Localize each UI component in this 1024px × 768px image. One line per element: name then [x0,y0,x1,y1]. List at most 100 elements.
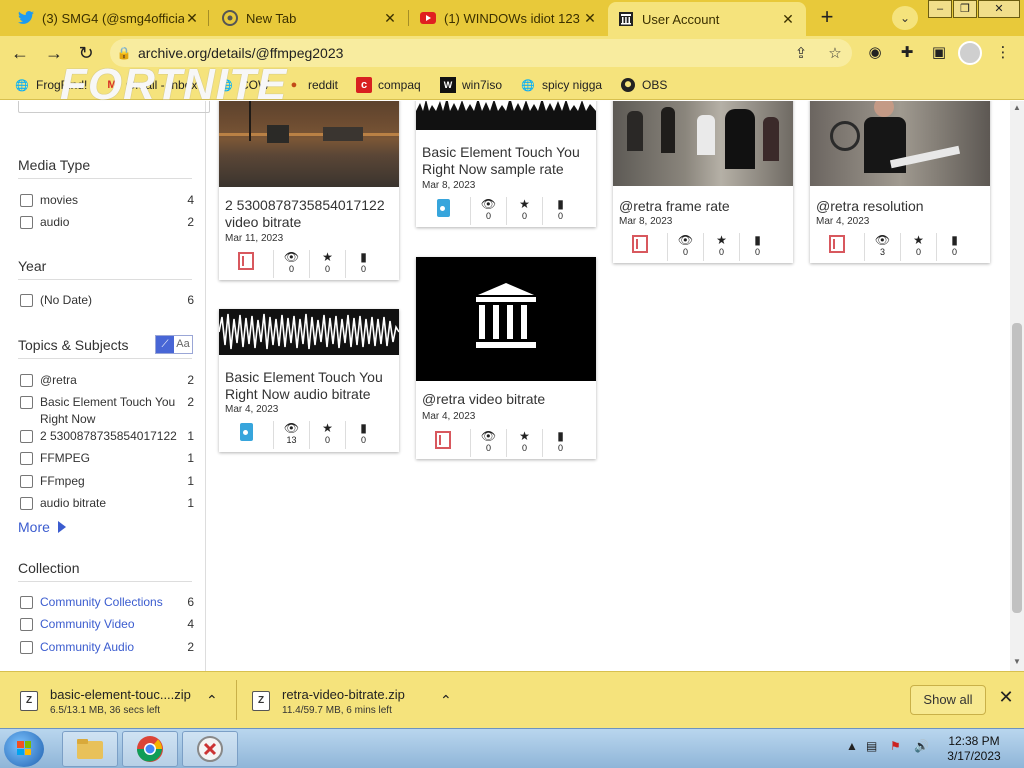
tab-twitter[interactable]: (3) SMG4 (@smg4official ✕ [8,4,210,32]
share-icon[interactable]: ⇪ [784,44,818,62]
facet-label[interactable]: Community Audio [40,639,180,656]
checkbox[interactable] [20,641,33,654]
item-tile[interactable]: @retra frame rate Mar 8, 2023 👁 0 ★ 0 ▮ 0 [613,101,793,263]
side-panel-icon[interactable]: ▣ [928,42,950,64]
facet-row[interactable]: FFmpeg 1 [18,473,194,490]
checkbox[interactable] [20,596,33,609]
more-label[interactable]: More [18,519,50,535]
chevron-up-icon[interactable]: ⌃ [440,692,452,709]
chevron-right-icon[interactable] [57,521,66,533]
close-icon[interactable]: ✕ [582,10,598,27]
facet-label[interactable]: Community Video [40,616,180,633]
explorer-taskbar-button[interactable] [62,731,118,767]
network-icon[interactable]: ▤ [866,739,877,753]
scroll-down-icon[interactable]: ▼ [1010,657,1024,669]
item-title[interactable]: Basic Element Touch You Right Now audio … [225,369,395,403]
tab-youtube[interactable]: (1) WINDOWs idiot 123 p ✕ [410,4,608,32]
system-clock[interactable]: 12:38 PM 3/17/2023 [944,734,1004,764]
bookmark-cow[interactable]: 🌐 COW [218,76,269,94]
item-tile[interactable]: 2 5300878735854017122 video bitrate Mar … [219,101,399,280]
item-thumbnail[interactable] [219,101,399,187]
checkbox[interactable] [20,452,33,465]
star-icon[interactable]: ☆ [818,44,852,62]
facet-row[interactable]: audio 2 [18,214,194,231]
facet-label[interactable]: Community Collections [40,594,180,611]
checkbox[interactable] [20,216,33,229]
item-title[interactable]: @retra video bitrate [422,391,592,408]
close-icon[interactable]: ✕ [996,687,1016,711]
download-name[interactable]: basic-element-touc....zip [50,687,191,702]
show-all-button[interactable]: Show all [910,685,986,715]
tab-user-account[interactable]: User Account ✕ [608,2,806,36]
close-window-button[interactable]: ✕ [978,0,1020,18]
bookmark-win7iso[interactable]: Wwin7iso [440,76,502,94]
more-topics-link[interactable]: More [18,519,66,535]
facet-sort-toggle[interactable]: ⟋ Aa [155,335,193,354]
menu-icon[interactable]: ⋮ [992,42,1014,64]
scroll-up-icon[interactable]: ▲ [1010,103,1024,115]
checkbox[interactable] [20,430,33,443]
facet-row[interactable]: (No Date) 6 [18,292,194,309]
checkbox[interactable] [20,497,33,510]
facet-row[interactable]: Community Video 4 [18,616,194,633]
checkbox[interactable] [20,294,33,307]
item-tile[interactable]: Basic Element Touch You Right Now audio … [219,309,399,452]
reload-button[interactable]: ↻ [74,41,98,65]
facet-row[interactable]: FFMPEG 1 [18,450,194,467]
bookmark-reddit[interactable]: ● reddit [286,76,338,94]
checkbox[interactable] [20,475,33,488]
item-title[interactable]: Basic Element Touch You Right Now sample… [422,144,592,178]
page-scrollbar[interactable]: ▲ ▼ [1010,101,1024,671]
facet-label[interactable]: movies [40,192,180,209]
chevron-up-icon[interactable]: ⌃ [206,692,218,709]
item-tile[interactable]: @retra resolution Mar 4, 2023 👁 3 ★ 0 ▮ 0 [810,101,990,263]
facet-label[interactable]: Basic Element Touch You Right Now [40,394,180,428]
address-bar[interactable]: 🔒 archive.org/details/@ffmpeg2023 ⇪ ☆ [110,39,852,67]
item-title[interactable]: @retra resolution [816,198,986,215]
facet-label[interactable]: 2 5300878735854017122 [40,428,180,445]
facet-label[interactable]: (No Date) [40,292,180,309]
item-thumbnail[interactable] [613,101,793,186]
extension-icon[interactable]: ◉ [864,42,886,64]
forward-button[interactable]: → [42,41,66,65]
avatar[interactable] [958,41,982,65]
chart-icon[interactable]: ⟋ [156,336,174,353]
alpha-sort-label[interactable]: Aa [174,336,192,353]
bookmark-frogfind[interactable]: 🌐 FrogFind! [14,76,87,94]
facet-row[interactable]: Community Audio 2 [18,639,194,656]
chevron-down-icon[interactable]: ⌄ [892,6,918,30]
item-thumbnail[interactable] [219,309,399,355]
item-thumbnail[interactable] [416,101,596,130]
facet-label[interactable]: FFmpeg [40,473,180,490]
action-center-icon[interactable]: ⚑ [890,739,901,753]
item-thumbnail[interactable] [416,257,596,381]
scroll-thumb[interactable] [1012,323,1022,613]
chrome-taskbar-button[interactable] [122,731,178,767]
url-text[interactable]: archive.org/details/@ffmpeg2023 [138,45,784,61]
facet-label[interactable]: audio [40,214,180,231]
facet-row[interactable]: 2 5300878735854017122 1 [18,428,194,445]
facet-row[interactable]: Basic Element Touch You Right Now 2 [18,394,194,428]
bookmark-compaq[interactable]: c compaq [356,76,421,94]
close-icon[interactable]: ✕ [780,11,796,28]
tab-new-tab[interactable]: New Tab ✕ [212,4,408,32]
close-icon[interactable]: ✕ [184,10,200,27]
facet-row[interactable]: audio bitrate 1 [18,495,194,512]
bookmark-gmail[interactable]: M Gmail - Inbox [104,76,197,94]
download-item[interactable]: Z basic-element-touc....zip 6.5/13.1 MB,… [20,680,191,722]
facet-label[interactable]: @retra [40,372,180,389]
item-tile[interactable]: Basic Element Touch You Right Now sample… [416,101,596,227]
download-item[interactable]: Z retra-video-bitrate.zip 11.4/59.7 MB, … [252,680,405,722]
minimize-button[interactable]: – [928,0,952,18]
new-tab-button[interactable]: + [814,6,840,30]
volume-icon[interactable]: 🔊 [914,739,929,753]
facet-row[interactable]: @retra 2 [18,372,194,389]
checkbox[interactable] [20,396,33,409]
start-button[interactable] [4,731,44,767]
checkbox[interactable] [20,194,33,207]
item-tile[interactable]: @retra video bitrate Mar 4, 2023 👁 0 ★ 0 ▮… [416,257,596,459]
item-title[interactable]: 2 5300878735854017122 video bitrate [225,197,395,231]
bookmark-obs[interactable]: OBS [620,76,667,94]
restore-button[interactable]: ❐ [953,0,977,18]
show-hidden-icons-icon[interactable]: ▲ [846,739,858,753]
